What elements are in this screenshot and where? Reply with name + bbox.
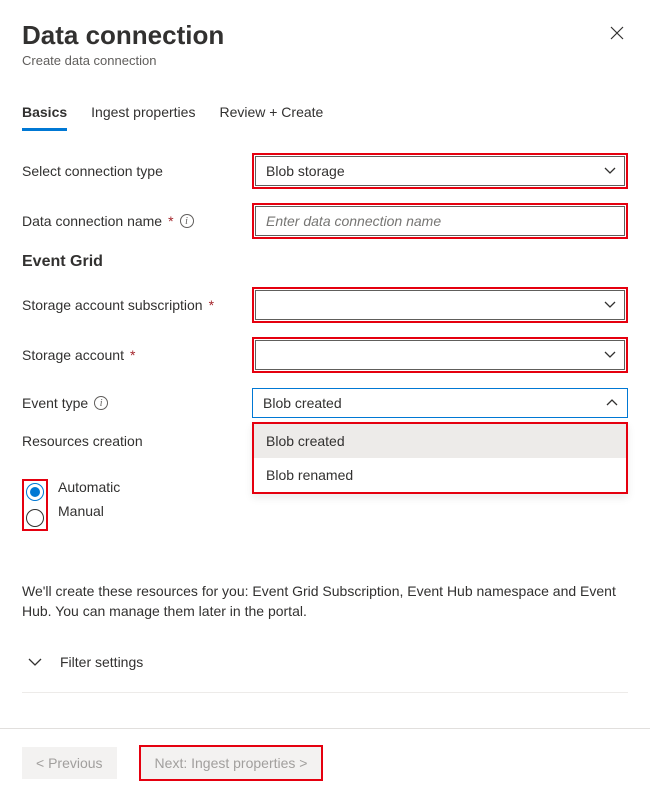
resources-creation-label: Resources creation [22, 433, 252, 449]
event-type-option-blob-renamed[interactable]: Blob renamed [254, 458, 626, 492]
radio-label-manual: Manual [58, 503, 120, 519]
required-asterisk: * [209, 297, 214, 313]
next-button[interactable]: Next: Ingest properties > [141, 747, 322, 779]
close-button[interactable] [606, 20, 628, 49]
connection-type-select[interactable]: Blob storage [255, 156, 625, 186]
event-grid-heading: Event Grid [22, 253, 628, 271]
tab-basics[interactable]: Basics [22, 96, 67, 131]
connection-type-label: Select connection type [22, 163, 252, 179]
resources-creation-radio-manual[interactable] [26, 509, 44, 527]
event-type-label: Event type i [22, 395, 252, 411]
filter-settings-label: Filter settings [60, 654, 143, 670]
storage-subscription-label-text: Storage account subscription [22, 297, 203, 313]
previous-button[interactable]: < Previous [22, 747, 117, 779]
divider [22, 692, 628, 693]
close-icon [610, 26, 624, 40]
tab-review-create[interactable]: Review + Create [219, 96, 323, 131]
connection-type-value: Blob storage [266, 163, 345, 179]
required-asterisk: * [168, 213, 173, 229]
data-connection-name-input[interactable]: Enter data connection name [255, 206, 625, 236]
page-subtitle: Create data connection [22, 53, 224, 68]
chevron-down-icon [28, 654, 42, 670]
resources-creation-radio-automatic[interactable] [26, 483, 44, 501]
event-type-select[interactable]: Blob created [252, 388, 628, 418]
event-type-label-text: Event type [22, 395, 88, 411]
storage-subscription-label: Storage account subscription * [22, 297, 252, 313]
event-type-option-blob-created[interactable]: Blob created [254, 424, 626, 458]
storage-account-label-text: Storage account [22, 347, 124, 363]
storage-account-select[interactable] [255, 340, 625, 370]
storage-account-label: Storage account * [22, 347, 252, 363]
resources-creation-help-text: We'll create these resources for you: Ev… [22, 581, 628, 622]
storage-subscription-select[interactable] [255, 290, 625, 320]
event-type-dropdown: Blob created Blob renamed [252, 422, 628, 494]
data-connection-name-label: Data connection name * i [22, 213, 252, 229]
filter-settings-expander[interactable]: Filter settings [22, 646, 628, 678]
tab-ingest-properties[interactable]: Ingest properties [91, 96, 195, 131]
radio-label-automatic: Automatic [58, 479, 120, 495]
page-title: Data connection [22, 20, 224, 51]
data-connection-name-label-text: Data connection name [22, 213, 162, 229]
required-asterisk: * [130, 347, 135, 363]
tabs: Basics Ingest properties Review + Create [22, 96, 628, 131]
info-icon[interactable]: i [180, 214, 194, 228]
info-icon[interactable]: i [94, 396, 108, 410]
event-type-value: Blob created [263, 395, 342, 411]
footer: < Previous Next: Ingest properties > [0, 728, 650, 797]
